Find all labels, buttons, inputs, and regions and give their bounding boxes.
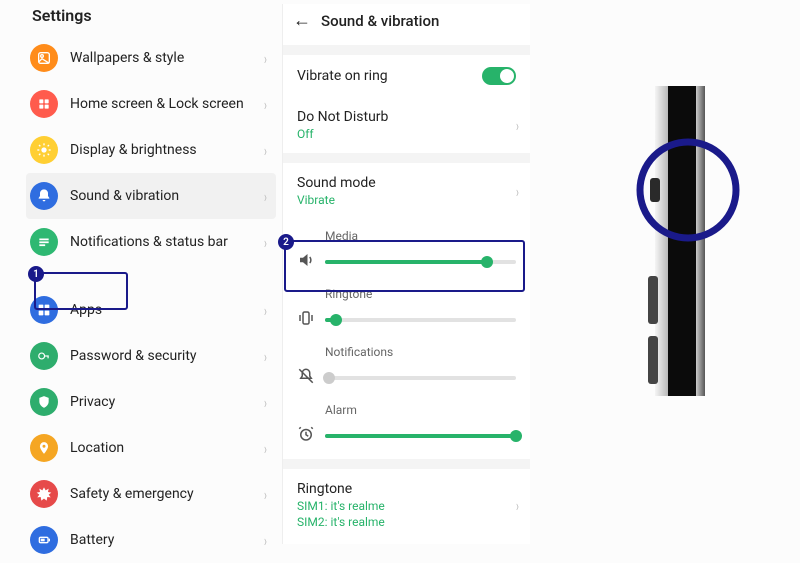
item-label: Privacy <box>70 394 251 410</box>
chevron-right-icon: › <box>516 496 519 515</box>
chevron-right-icon: › <box>516 116 519 135</box>
ringtone-slider-block: Ringtone <box>283 277 530 335</box>
notifications-slider[interactable] <box>325 376 516 380</box>
slider-label: Alarm <box>325 403 516 417</box>
phone-mute-switch-illustration <box>590 86 790 396</box>
item-label: Home screen & Lock screen <box>70 96 251 112</box>
ringtone-slider[interactable] <box>325 318 516 322</box>
speaker-icon <box>297 251 315 273</box>
panel-title: Sound & vibration <box>321 12 439 30</box>
row-label: Ringtone <box>297 481 385 497</box>
home-icon <box>30 90 58 118</box>
item-label: Display & brightness <box>70 142 251 158</box>
settings-column: Settings Wallpapers & style › Home scree… <box>26 4 276 563</box>
row-subtext: SIM1: it's realme <box>297 499 385 513</box>
chevron-right-icon: › <box>264 347 267 366</box>
chevron-right-icon: › <box>264 393 267 412</box>
settings-item-battery[interactable]: Battery › <box>26 517 276 563</box>
item-label: Sound & vibration <box>70 188 251 204</box>
row-label: Do Not Disturb <box>297 109 388 125</box>
row-subtext: Off <box>297 127 388 141</box>
settings-item-apps[interactable]: Apps › <box>26 287 276 333</box>
settings-item-safety[interactable]: Safety & emergency › <box>26 471 276 517</box>
chevron-right-icon: › <box>516 182 519 201</box>
settings-item-privacy[interactable]: Privacy › <box>26 379 276 425</box>
divider <box>283 459 530 469</box>
item-label: Location <box>70 440 251 456</box>
notifications-slider-block: Notifications <box>283 335 530 393</box>
do-not-disturb-row[interactable]: Do Not Disturb Off › <box>283 97 530 153</box>
item-label: Safety & emergency <box>70 486 251 502</box>
ringtone-row[interactable]: Ringtone SIM1: it's realme SIM2: it's re… <box>283 469 530 541</box>
chevron-right-icon: › <box>264 531 267 550</box>
alarm-icon <box>297 425 315 447</box>
media-slider-block: Media <box>283 219 530 277</box>
item-label: Wallpapers & style <box>70 50 251 66</box>
slider-label: Ringtone <box>325 287 516 301</box>
toggle-on[interactable] <box>482 67 516 85</box>
bell-off-icon <box>297 367 315 389</box>
media-slider[interactable] <box>325 260 516 264</box>
battery-icon <box>30 526 58 554</box>
apps-icon <box>30 296 58 324</box>
item-label: Password & security <box>70 348 251 364</box>
settings-item-homescreen[interactable]: Home screen & Lock screen › <box>26 81 276 127</box>
lock-icon <box>30 342 58 370</box>
settings-item-display[interactable]: Display & brightness › <box>26 127 276 173</box>
chevron-right-icon: › <box>264 233 267 252</box>
sound-mode-row[interactable]: Sound mode Vibrate › <box>283 163 530 219</box>
settings-item-notifications[interactable]: Notifications & status bar › <box>26 219 276 265</box>
alarm-slider-block: Alarm <box>283 393 530 451</box>
item-label: Notifications & status bar <box>70 234 251 250</box>
settings-title: Settings <box>32 6 276 25</box>
slider-label: Media <box>325 229 516 243</box>
wallpaper-icon <box>30 44 58 72</box>
chevron-right-icon: › <box>264 187 267 206</box>
chevron-right-icon: › <box>264 485 267 504</box>
brightness-icon <box>30 136 58 164</box>
divider <box>283 153 530 163</box>
vibrate-icon <box>297 309 315 331</box>
item-label: Apps <box>70 302 251 318</box>
divider <box>283 45 530 55</box>
chevron-right-icon: › <box>264 439 267 458</box>
chevron-right-icon: › <box>264 49 267 68</box>
item-label: Battery <box>70 532 251 548</box>
row-subtext: Vibrate <box>297 193 376 207</box>
row-label: Sound mode <box>297 175 376 191</box>
settings-item-location[interactable]: Location › <box>26 425 276 471</box>
shield-icon <box>30 388 58 416</box>
settings-item-password[interactable]: Password & security › <box>26 333 276 379</box>
bell-icon <box>30 182 58 210</box>
settings-item-sound[interactable]: Sound & vibration › <box>26 173 276 219</box>
panel-header: ← Sound & vibration <box>283 4 530 45</box>
location-icon <box>30 434 58 462</box>
alarm-slider[interactable] <box>325 434 516 438</box>
chevron-right-icon: › <box>264 141 267 160</box>
chevron-right-icon: › <box>264 301 267 320</box>
row-label: Vibrate on ring <box>297 68 482 84</box>
back-arrow-icon[interactable]: ← <box>293 10 311 31</box>
status-icon <box>30 228 58 256</box>
settings-item-wallpapers[interactable]: Wallpapers & style › <box>26 35 276 81</box>
slider-label: Notifications <box>325 345 516 359</box>
sound-panel: ← Sound & vibration Vibrate on ring Do N… <box>282 4 530 544</box>
vibrate-on-ring-row[interactable]: Vibrate on ring <box>283 55 530 97</box>
chevron-right-icon: › <box>264 95 267 114</box>
emergency-icon <box>30 480 58 508</box>
row-subtext: SIM2: it's realme <box>297 515 385 529</box>
